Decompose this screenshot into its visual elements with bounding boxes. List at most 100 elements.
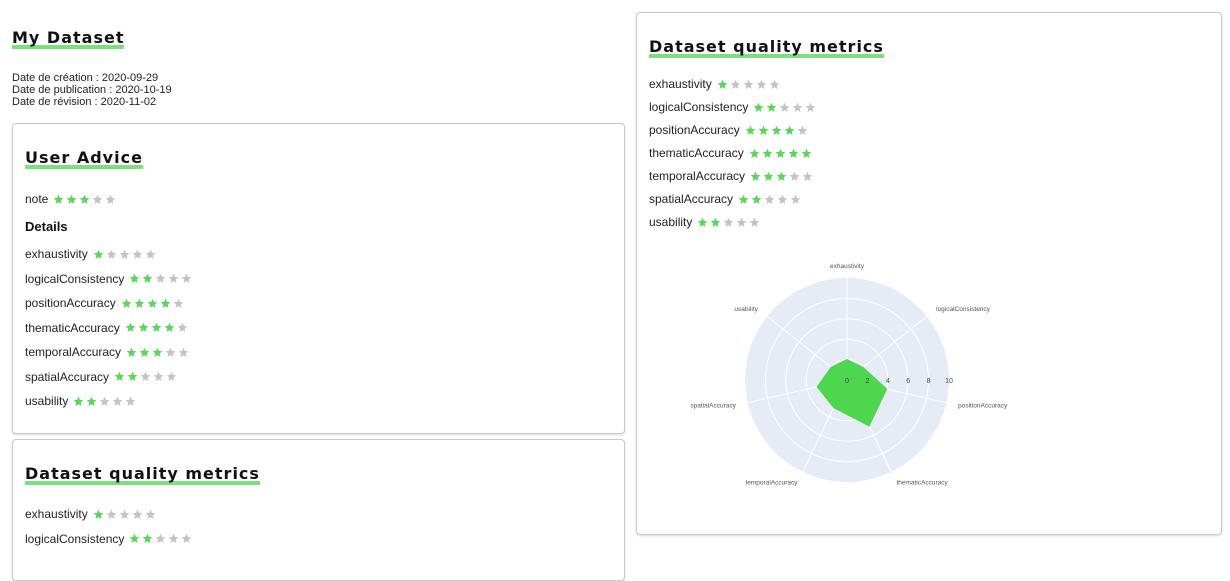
star-filled-icon — [745, 125, 756, 136]
star-filled-icon — [142, 273, 153, 284]
star-empty-icon — [112, 396, 123, 407]
quality-left-row-exhaustivity: exhaustivity — [25, 507, 158, 521]
star-empty-icon — [173, 298, 184, 309]
star-empty-icon — [177, 322, 188, 333]
star-filled-icon — [710, 217, 721, 228]
star-empty-icon — [736, 217, 747, 228]
star-filled-icon — [751, 194, 762, 205]
quality-right-stars — [749, 148, 814, 159]
detail-label: usability — [25, 394, 69, 408]
star-empty-icon — [730, 79, 741, 90]
star-empty-icon — [132, 249, 143, 260]
detail-row-temporalAccuracy: temporalAccuracy — [25, 345, 191, 359]
detail-row-usability: usability — [25, 394, 138, 408]
detail-stars — [129, 273, 194, 284]
quality-metrics-title-left: Dataset quality metrics — [25, 464, 260, 485]
star-filled-icon — [79, 194, 90, 205]
star-filled-icon — [129, 533, 140, 544]
star-empty-icon — [769, 79, 780, 90]
star-empty-icon — [756, 79, 767, 90]
radar-tick-label: 10 — [945, 378, 953, 385]
star-filled-icon — [139, 347, 150, 358]
star-empty-icon — [178, 347, 189, 358]
detail-stars — [126, 347, 191, 358]
star-filled-icon — [125, 322, 136, 333]
quality-left-label: logicalConsistency — [25, 531, 125, 546]
star-filled-icon — [776, 171, 787, 182]
star-filled-icon — [152, 347, 163, 358]
quality-right-row-thematicAccuracy: thematicAccuracy — [649, 146, 814, 160]
star-empty-icon — [168, 273, 179, 284]
quality-right-stars — [738, 194, 803, 205]
star-filled-icon — [164, 322, 175, 333]
star-filled-icon — [142, 533, 153, 544]
quality-metrics-title-right: Dataset quality metrics — [649, 37, 884, 58]
star-filled-icon — [160, 298, 171, 309]
star-empty-icon — [181, 533, 192, 544]
quality-right-label: exhaustivity — [649, 77, 712, 91]
star-filled-icon — [750, 171, 761, 182]
detail-row-exhaustivity: exhaustivity — [25, 247, 158, 261]
radar-axis-label: spatialAccuracy — [690, 402, 736, 409]
star-filled-icon — [147, 298, 158, 309]
star-empty-icon — [155, 533, 166, 544]
quality-right-stars — [745, 125, 810, 136]
detail-row-thematicAccuracy: thematicAccuracy — [25, 321, 190, 335]
publication-date: Date de publication : 2020-10-19 — [12, 84, 172, 96]
star-empty-icon — [805, 102, 816, 113]
detail-label: logicalConsistency — [25, 271, 125, 286]
star-empty-icon — [790, 194, 801, 205]
star-filled-icon — [738, 194, 749, 205]
radar-tick-label: 8 — [927, 378, 931, 385]
quality-right-row-spatialAccuracy: spatialAccuracy — [649, 192, 803, 206]
star-empty-icon — [145, 249, 156, 260]
quality-right-stars — [750, 171, 815, 182]
quality-right-row-positionAccuracy: positionAccuracy — [649, 123, 810, 137]
detail-row-logicalConsistency: logicalConsistency — [25, 272, 194, 286]
star-empty-icon — [132, 509, 143, 520]
quality-radar-chart: 0 2 4 6 8 10 exhaustivity logicalConsistency pos… — [690, 255, 1010, 495]
radar-axis-label: thematicAccuracy — [897, 480, 949, 487]
star-empty-icon — [99, 396, 110, 407]
star-empty-icon — [749, 217, 760, 228]
star-filled-icon — [801, 148, 812, 159]
star-filled-icon — [126, 347, 137, 358]
star-filled-icon — [717, 79, 728, 90]
star-filled-icon — [134, 298, 145, 309]
star-filled-icon — [73, 396, 84, 407]
star-filled-icon — [766, 102, 777, 113]
detail-row-spatialAccuracy: spatialAccuracy — [25, 370, 179, 384]
star-empty-icon — [789, 171, 800, 182]
star-filled-icon — [93, 249, 104, 260]
star-empty-icon — [140, 371, 151, 382]
star-empty-icon — [119, 509, 130, 520]
radar-tick-label: 0 — [845, 378, 849, 385]
star-filled-icon — [86, 396, 97, 407]
star-filled-icon — [758, 125, 769, 136]
star-filled-icon — [93, 509, 104, 520]
star-filled-icon — [114, 371, 125, 382]
star-empty-icon — [779, 102, 790, 113]
quality-right-label: logicalConsistency — [649, 100, 749, 114]
quality-right-row-exhaustivity: exhaustivity — [649, 77, 782, 91]
star-filled-icon — [121, 298, 132, 309]
star-empty-icon — [105, 194, 116, 205]
detail-label: exhaustivity — [25, 247, 88, 261]
detail-label: spatialAccuracy — [25, 369, 110, 384]
radar-axis-label: positionAccuracy — [958, 402, 1008, 409]
quality-right-label: temporalAccuracy — [649, 169, 746, 183]
radar-tick-label: 4 — [886, 378, 890, 385]
radar-axis-label: logicalConsistency — [936, 306, 991, 313]
star-empty-icon — [153, 371, 164, 382]
star-filled-icon — [762, 148, 773, 159]
star-filled-icon — [763, 171, 774, 182]
radar-axis-label: exhaustivity — [830, 263, 865, 270]
star-empty-icon — [106, 249, 117, 260]
star-empty-icon — [723, 217, 734, 228]
note-label: note — [25, 192, 49, 206]
quality-right-stars — [717, 79, 782, 90]
quality-left-row-logicalConsistency: logicalConsistency — [25, 532, 194, 546]
star-empty-icon — [106, 509, 117, 520]
star-empty-icon — [155, 273, 166, 284]
user-advice-card: User Advice note Details exhaustivity log… — [12, 123, 625, 434]
